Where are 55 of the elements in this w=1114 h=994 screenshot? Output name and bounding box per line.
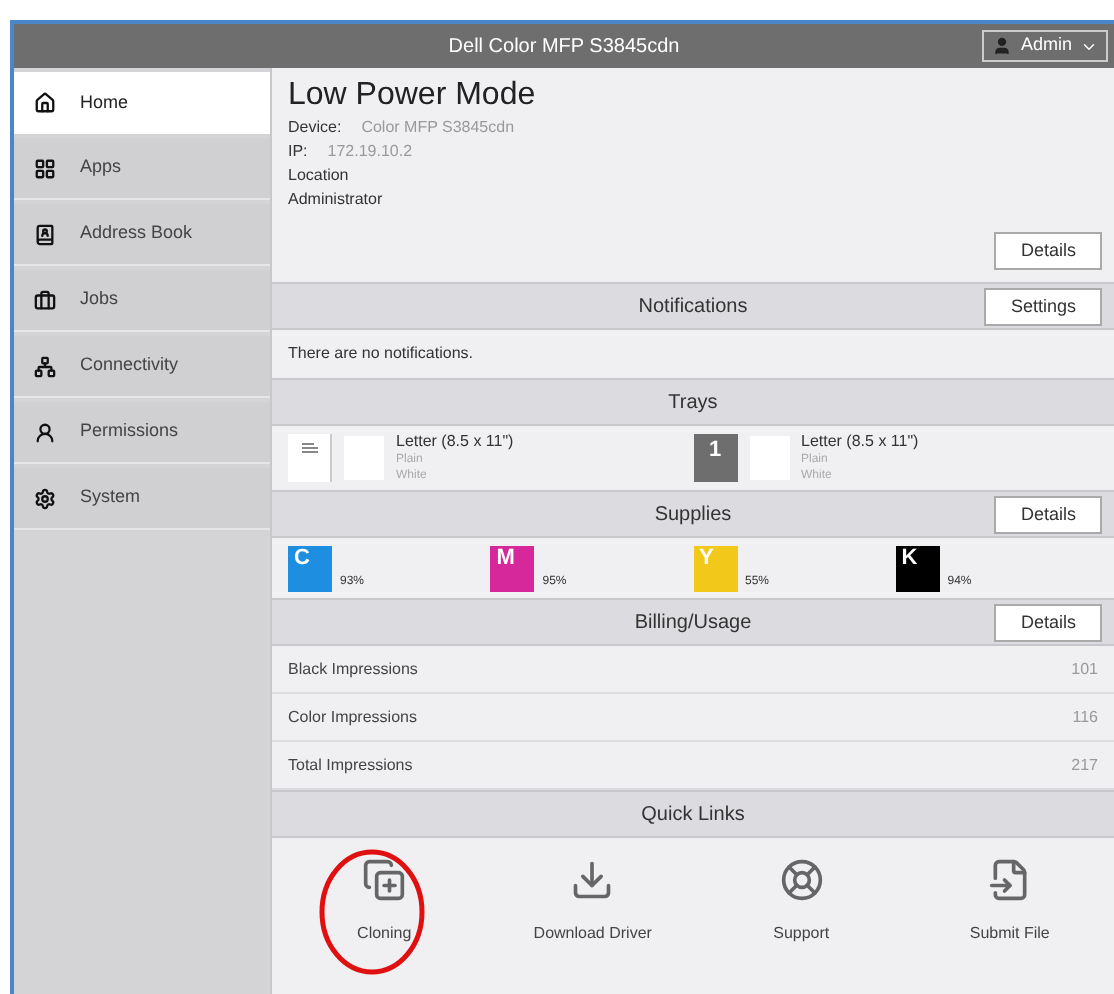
billing-label: Total Impressions xyxy=(288,753,413,777)
billing-label: Color Impressions xyxy=(288,705,417,729)
tray-size: Letter (8.5 x 11") xyxy=(396,432,514,452)
section-button[interactable]: Details xyxy=(994,496,1102,534)
copy-icon xyxy=(362,858,407,902)
lifebuoy-icon xyxy=(779,858,824,902)
notification-message: There are no notifications. xyxy=(288,342,473,366)
sidebar-item[interactable]: Jobs xyxy=(14,270,270,332)
section-title: Billing/Usage xyxy=(634,609,752,637)
window-title: Dell Color MFP S3845cdn xyxy=(448,33,680,61)
home-icon xyxy=(34,92,56,114)
billing-value: 116 xyxy=(1072,705,1098,729)
quick-link[interactable]: Support xyxy=(773,858,830,946)
network-icon xyxy=(34,355,56,377)
section-title: Quick Links xyxy=(641,801,745,829)
quick-link[interactable]: Download Driver xyxy=(533,858,652,946)
section-title: Trays xyxy=(668,389,718,417)
sidebar-item[interactable]: System xyxy=(14,468,270,530)
grid-icon xyxy=(34,157,56,179)
settings-icon xyxy=(34,487,56,509)
download-icon xyxy=(570,858,615,902)
details-button[interactable]: Details xyxy=(994,232,1102,270)
toner-swatch: C xyxy=(288,545,332,591)
field-value: 172.19.10.2 xyxy=(327,140,413,164)
user-icon xyxy=(992,36,1013,56)
field-label: Location xyxy=(288,164,349,188)
billing-value: 217 xyxy=(1071,753,1098,777)
section-title: Supplies xyxy=(654,501,732,529)
sidebar-item[interactable]: Home xyxy=(14,72,270,134)
toner-swatch: M xyxy=(490,545,535,591)
sidebar-item[interactable]: Connectivity xyxy=(14,336,270,398)
tray-size: Letter (8.5 x 11") xyxy=(801,432,919,452)
briefcase-icon xyxy=(34,289,56,311)
section-button[interactable]: Settings xyxy=(984,288,1102,326)
field-label: Administrator xyxy=(288,188,383,212)
book-icon xyxy=(34,223,56,245)
file-icon xyxy=(987,858,1032,902)
user-menu[interactable]: Admin xyxy=(982,30,1108,62)
person-icon xyxy=(34,421,56,443)
field-value: Color MFP S3845cdn xyxy=(361,116,515,140)
sidebar-item[interactable]: Permissions xyxy=(14,402,270,464)
section-title: Notifications xyxy=(638,293,748,321)
field-label: Device: xyxy=(288,116,342,140)
status-title: Low Power Mode xyxy=(288,76,538,116)
section-button[interactable]: Details xyxy=(994,604,1102,642)
field-label: IP: xyxy=(288,140,308,164)
sidebar-item[interactable]: Apps xyxy=(14,138,270,200)
billing-label: Black Impressions xyxy=(288,657,418,681)
billing-value: 101 xyxy=(1071,657,1098,681)
tray-icon xyxy=(288,434,332,482)
toner-swatch: Y xyxy=(693,545,737,591)
toner-swatch: K xyxy=(895,545,940,591)
quick-link[interactable]: Submit File xyxy=(969,858,1050,946)
sidebar-item[interactable]: Address Book xyxy=(14,204,270,266)
tray-number: 1 xyxy=(693,434,737,482)
